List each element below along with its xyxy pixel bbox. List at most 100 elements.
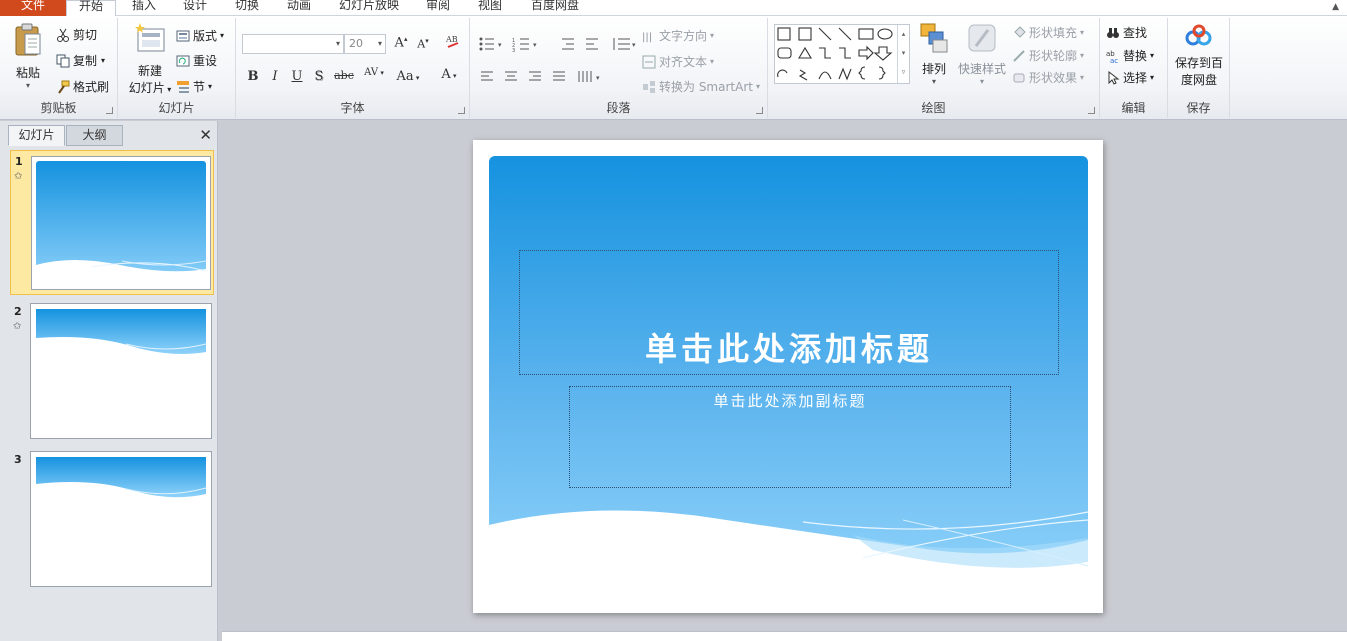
font-size-combo[interactable]: 20 ▾: [344, 34, 386, 54]
group-font: ▾ 20 ▾ A▴ A▾ AB B I U S abc AV ▾ Aa ▾ A ▾…: [236, 18, 470, 118]
smartart-label: 转换为 SmartArt: [659, 80, 753, 94]
font-color-button[interactable]: A ▾: [436, 67, 462, 85]
slide-thumbnail-row[interactable]: 2 ✩: [10, 301, 214, 441]
copy-button[interactable]: 复制 ▾: [56, 52, 105, 69]
select-button[interactable]: 选择 ▾: [1106, 69, 1154, 86]
bold-button[interactable]: B: [244, 69, 262, 87]
paste-button[interactable]: 粘贴 ▾: [8, 22, 48, 90]
group-clipboard: 粘贴 ▾ 剪切 复制 ▾ 格式刷 剪贴板: [0, 18, 118, 118]
binoculars-icon: [1106, 26, 1120, 40]
font-launcher-icon[interactable]: [458, 107, 465, 114]
paragraph-launcher-icon[interactable]: [756, 107, 763, 114]
grow-font-button[interactable]: A▴: [392, 35, 410, 53]
tab-baidu-netdisk[interactable]: 百度网盘: [524, 0, 586, 16]
shape-effects-button[interactable]: 形状效果 ▾: [1012, 69, 1084, 86]
format-painter-button[interactable]: 格式刷: [56, 78, 109, 95]
section-button[interactable]: 节 ▾: [176, 78, 212, 95]
underline-button[interactable]: U: [288, 69, 306, 87]
arrange-button[interactable]: 排列 ▾: [914, 22, 954, 86]
slide-thumbnail[interactable]: [31, 156, 211, 290]
reset-button[interactable]: 重设: [176, 52, 217, 69]
shape-effects-icon: [1012, 71, 1026, 85]
shape-fill-button[interactable]: 形状填充 ▾: [1012, 24, 1084, 41]
replace-icon: ab ac: [1106, 49, 1120, 65]
change-case-button[interactable]: Aa ▾: [394, 69, 422, 87]
tab-review[interactable]: 审阅: [420, 0, 456, 16]
slide-thumbnail-row[interactable]: 1 ✩: [10, 150, 214, 295]
notes-pane[interactable]: [222, 631, 1347, 641]
slide-thumbnail[interactable]: [30, 303, 212, 439]
alignment-icons[interactable]: ▾: [480, 70, 630, 84]
align-text-button[interactable]: 对齐文本 ▾: [642, 53, 714, 70]
find-button[interactable]: 查找: [1106, 24, 1147, 41]
tab-transitions[interactable]: 切换: [229, 0, 265, 16]
shapes-gallery[interactable]: ▴ ▾ ▿: [774, 24, 910, 84]
paintbrush-icon: [56, 80, 70, 94]
tab-design[interactable]: 设计: [177, 0, 213, 16]
cut-button[interactable]: 剪切: [56, 26, 97, 43]
tab-slideshow[interactable]: 幻灯片放映: [333, 0, 405, 16]
title-placeholder[interactable]: 单击此处添加标题: [519, 250, 1059, 375]
shape-outline-button[interactable]: 形状轮廓 ▾: [1012, 47, 1084, 64]
align-text-icon: [642, 55, 656, 69]
find-label: 查找: [1123, 26, 1148, 40]
slide-thumbnail-row[interactable]: 3: [10, 449, 214, 589]
slide-number: 3: [14, 453, 22, 466]
font-name-combo[interactable]: ▾: [242, 34, 344, 54]
strikethrough-button[interactable]: abc: [332, 69, 356, 87]
italic-button[interactable]: I: [266, 69, 284, 87]
close-panel-icon[interactable]: ✕: [199, 126, 212, 144]
clear-formatting-icon[interactable]: AB: [444, 33, 462, 51]
svg-text:|||: |||: [642, 32, 652, 43]
cut-label: 剪切: [73, 28, 98, 42]
arrange-label: 排列: [921, 62, 946, 76]
save-to-baidu-button[interactable]: 保存到百 度网盘: [1170, 24, 1228, 89]
subtitle-placeholder[interactable]: 单击此处添加副标题: [569, 386, 1011, 488]
slide-thumbnail[interactable]: [30, 451, 212, 587]
text-direction-label: 文字方向: [659, 29, 708, 43]
group-editing: 查找 ab ac 替换 ▾ 选择 ▾ 编辑: [1100, 18, 1168, 118]
group-drawing: ▴ ▾ ▿ 排列 ▾ 快速样式 ▾ 形状填充 ▾ 形状轮廓 ▾ 形状效果 ▾ 绘…: [768, 18, 1100, 118]
slide-canvas[interactable]: 单击此处添加标题 单击此处添加副标题: [473, 140, 1103, 613]
slide-thumbnail-image: [36, 161, 207, 289]
slide-subtitle[interactable]: 单击此处添加副标题: [570, 390, 1010, 411]
new-slide-button[interactable]: 新建 幻灯片 ▾: [124, 22, 176, 98]
quick-styles-button[interactable]: 快速样式 ▾: [956, 22, 1008, 86]
convert-smartart-button[interactable]: 转换为 SmartArt ▾: [642, 78, 760, 95]
clipboard-group-label: 剪贴板: [40, 101, 77, 115]
save-group-label: 保存: [1186, 101, 1211, 115]
slide-title[interactable]: 单击此处添加标题: [520, 324, 1058, 370]
character-spacing-button[interactable]: AV ▾: [360, 67, 388, 85]
change-case-label: Aa: [396, 69, 414, 84]
tab-file[interactable]: 文件: [0, 0, 66, 16]
text-direction-button[interactable]: ||| 文字方向 ▾: [642, 27, 714, 44]
tab-slides-panel[interactable]: 幻灯片: [8, 125, 65, 146]
reset-label: 重设: [193, 54, 218, 68]
collapse-ribbon-icon[interactable]: ▲: [1332, 2, 1339, 12]
shrink-font-button[interactable]: A▾: [414, 37, 432, 55]
shadow-button[interactable]: S: [310, 69, 328, 87]
font-size-value: 20: [349, 37, 363, 50]
smartart-icon: [642, 80, 656, 94]
layout-button[interactable]: 版式 ▾: [176, 27, 224, 44]
drawing-launcher-icon[interactable]: [1088, 107, 1095, 114]
tab-insert[interactable]: 插入: [126, 0, 162, 16]
slide-editing-area: 单击此处添加标题 单击此处添加副标题: [222, 121, 1347, 631]
tab-outline-panel[interactable]: 大纲: [66, 125, 123, 146]
font-size-dropdown-icon: ▾: [377, 39, 382, 48]
svg-text:AB: AB: [445, 35, 458, 44]
slide-background-image: [489, 156, 1089, 613]
new-slide-icon: [135, 23, 165, 52]
tab-home[interactable]: 开始: [66, 0, 116, 17]
reset-icon: [176, 54, 190, 68]
shape-outline-label: 形状轮廓: [1029, 49, 1078, 63]
clipboard-launcher-icon[interactable]: [106, 107, 113, 114]
replace-button[interactable]: ab ac 替换 ▾: [1106, 47, 1154, 65]
tab-view[interactable]: 视图: [472, 0, 508, 16]
svg-text:▾: ▾: [596, 74, 600, 82]
editing-group-label: 编辑: [1121, 101, 1146, 115]
gallery-scroll-icon[interactable]: ▴ ▾ ▿: [897, 25, 909, 83]
shape-effects-label: 形状效果: [1029, 71, 1078, 85]
tab-animations[interactable]: 动画: [281, 0, 317, 16]
list-and-indent-icons[interactable]: ▾ 123 ▾ ▾: [478, 36, 638, 52]
